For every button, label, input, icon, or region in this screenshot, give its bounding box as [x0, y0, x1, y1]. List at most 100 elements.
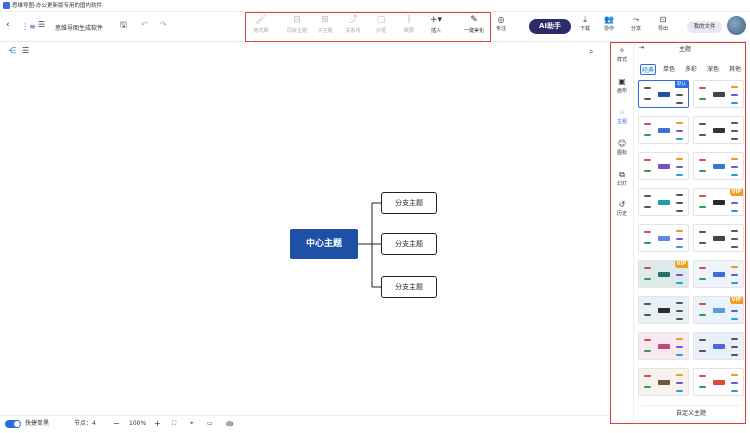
export-button[interactable]: ⊡ 导出: [652, 15, 674, 32]
theme-thumbnail[interactable]: VIP: [638, 260, 689, 288]
thumbnail-branch: [699, 231, 706, 233]
sidebar-item-style[interactable]: ✧ 样式: [611, 46, 633, 63]
thumbnail-branch: [699, 386, 706, 388]
branch-topic[interactable]: 分支主题: [381, 276, 437, 298]
thumbnail-center-node: [713, 272, 725, 277]
thumbnail-branch: [699, 87, 706, 89]
thumbnail-branch: [731, 354, 738, 356]
fullscreen-icon[interactable]: ▭: [207, 418, 213, 430]
theme-thumbnail[interactable]: [693, 80, 744, 108]
theme-thumbnail[interactable]: [693, 224, 744, 252]
thumbnail-center-node: [658, 92, 670, 97]
thumbnail-branch: [676, 302, 683, 304]
thumbnail-branch: [644, 278, 651, 280]
canvas-icon: ▣: [618, 77, 626, 86]
thumbnail-branch: [731, 374, 738, 376]
sidebar-item-theme[interactable]: ⁘ 主题: [611, 108, 633, 125]
thumbnail-branch: [699, 339, 706, 341]
tab-dark[interactable]: 深色: [705, 64, 721, 75]
theme-thumbnail[interactable]: [638, 116, 689, 144]
thumbnail-branch: [676, 210, 683, 212]
topic-connectors: [358, 202, 382, 288]
thumbnail-branch: [699, 206, 706, 208]
fit-screen-icon[interactable]: ⛶: [172, 418, 176, 430]
thumbnail-branch: [731, 174, 738, 176]
thumbnail-center-node: [658, 128, 670, 133]
thumbnail-branch: [676, 274, 683, 276]
thumbnail-branch: [676, 354, 683, 356]
theme-thumbnail[interactable]: VIP: [693, 296, 744, 324]
tab-classic[interactable]: 经典: [640, 64, 656, 75]
sidebar-item-icons[interactable]: ☺ 图标: [611, 139, 633, 156]
tab-other[interactable]: 其他: [727, 64, 743, 75]
thumbnail-branch: [676, 194, 683, 196]
thumbnail-branch: [731, 210, 738, 212]
sidebar-item-history[interactable]: ↺ 历史: [611, 200, 633, 217]
theme-thumbnail[interactable]: [638, 368, 689, 396]
theme-panel: ⇥ 主题 经典 单色 多彩 深色 其他 默认 VIP VIP VIP: [633, 42, 746, 424]
vip-badge: VIP: [674, 261, 688, 268]
thumbnail-center-node: [713, 164, 725, 169]
thumbnail-branch: [731, 102, 738, 104]
theme-thumbnail[interactable]: [693, 152, 744, 180]
thumbnail-branch: [731, 166, 738, 168]
thumbnail-center-node: [713, 200, 725, 205]
thumbnail-center-node: [658, 200, 670, 205]
share-button[interactable]: ⤳ 分享: [625, 15, 647, 32]
thumbnail-center-node: [658, 308, 670, 313]
theme-thumbnail[interactable]: VIP: [693, 188, 744, 216]
quick-toggle[interactable]: [5, 420, 21, 428]
thumbnail-branch: [644, 231, 651, 233]
thumbnail-center-node: [658, 380, 670, 385]
zoom-in-icon[interactable]: +: [154, 418, 161, 430]
thumbnail-branch: [644, 386, 651, 388]
thumbnail-branch: [644, 170, 651, 172]
thumbnail-branch: [731, 390, 738, 392]
theme-thumbnail[interactable]: [638, 224, 689, 252]
thumbnail-branch: [676, 202, 683, 204]
theme-thumbnail[interactable]: [693, 260, 744, 288]
tab-colorful[interactable]: 多彩: [683, 64, 699, 75]
theme-icon: ⁘: [618, 108, 626, 117]
default-badge: 默认: [675, 81, 688, 88]
theme-thumbnail[interactable]: [693, 332, 744, 360]
thumbnail-center-node: [658, 164, 670, 169]
thumbnail-branch: [731, 282, 738, 284]
thumbnail-branch: [731, 274, 738, 276]
theme-thumbnail[interactable]: 默认: [638, 80, 689, 108]
export-icon: ⊡: [659, 15, 667, 24]
theme-thumbnail[interactable]: [638, 332, 689, 360]
custom-theme-button[interactable]: 自定义主题: [641, 405, 741, 421]
theme-thumbnail[interactable]: [693, 116, 744, 144]
slides-icon: ⧉: [619, 170, 625, 179]
theme-thumbnail[interactable]: [638, 152, 689, 180]
theme-grid: 默认 VIP VIP VIP: [638, 80, 746, 400]
theme-thumbnail[interactable]: [693, 368, 744, 396]
thumbnail-branch: [676, 374, 683, 376]
thumbnail-branch: [676, 230, 683, 232]
thumbnail-branch: [644, 242, 651, 244]
locate-icon[interactable]: ⌖: [190, 418, 193, 430]
thumbnail-branch: [699, 195, 706, 197]
panel-title: 主题: [679, 46, 692, 53]
zoom-out-icon[interactable]: −: [113, 418, 120, 430]
avatar[interactable]: [727, 16, 746, 35]
thumbnail-center-node: [713, 344, 725, 349]
theme-thumbnail[interactable]: [638, 188, 689, 216]
thumbnail-branch: [644, 87, 651, 89]
collapse-panel-icon[interactable]: ⇥: [639, 44, 644, 51]
root-topic[interactable]: 中心主题: [290, 229, 358, 259]
branch-topic[interactable]: 分支主题: [381, 192, 437, 214]
sidebar-item-slides[interactable]: ⧉ 幻灯: [611, 170, 633, 187]
thumbnail-branch: [699, 350, 706, 352]
robot-icon[interactable]: 🤖: [226, 418, 233, 430]
tab-mono[interactable]: 单色: [661, 64, 677, 75]
thumbnail-branch: [699, 159, 706, 161]
thumbnail-branch: [644, 195, 651, 197]
thumbnail-branch: [644, 98, 651, 100]
thumbnail-branch: [731, 86, 738, 88]
theme-thumbnail[interactable]: [638, 296, 689, 324]
my-files-button[interactable]: 我的文件: [687, 21, 722, 33]
branch-topic[interactable]: 分支主题: [381, 233, 437, 255]
sidebar-item-canvas[interactable]: ▣ 画布: [611, 77, 633, 94]
